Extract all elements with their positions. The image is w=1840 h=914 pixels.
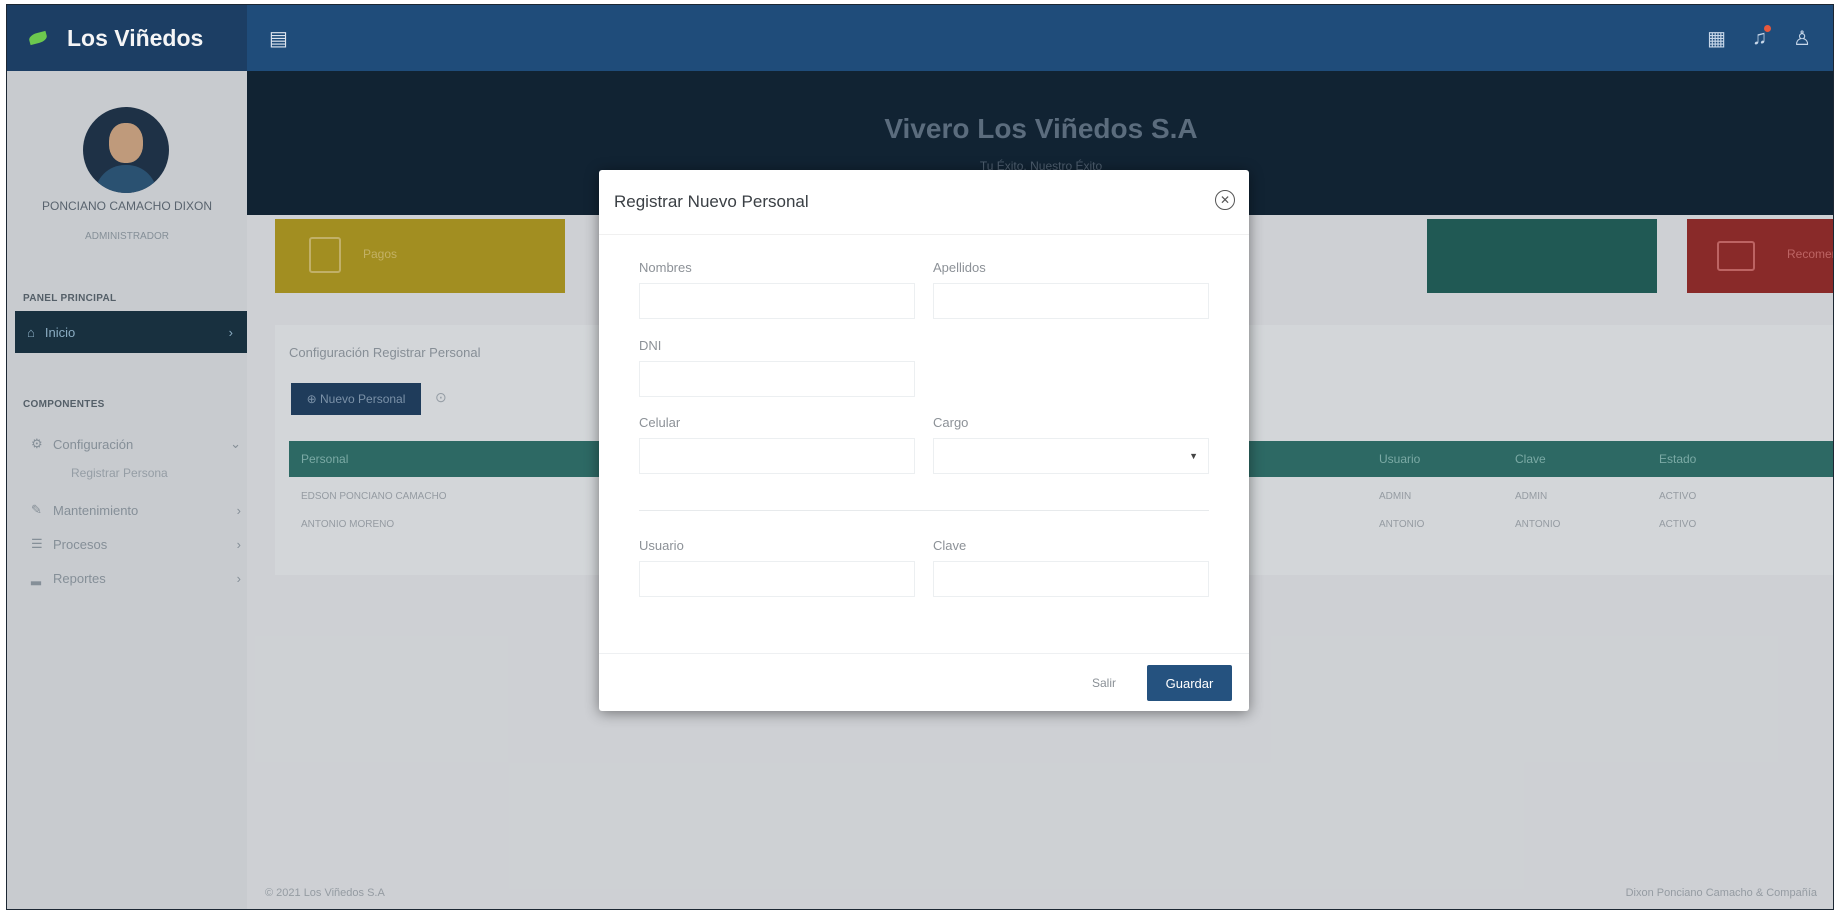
salir-button[interactable]: Salir [1081, 665, 1127, 701]
nombres-label: Nombres [639, 260, 692, 275]
usuario-input[interactable] [639, 561, 915, 597]
dni-input[interactable] [639, 361, 915, 397]
guardar-button[interactable]: Guardar [1147, 665, 1232, 701]
close-icon[interactable]: ✕ [1215, 190, 1235, 210]
nombres-input[interactable] [639, 283, 915, 319]
registrar-personal-modal: Registrar Nuevo Personal ✕ Nombres Apell… [599, 170, 1249, 711]
celular-input[interactable] [639, 438, 915, 474]
app-window: Los Viñedos ▤ ▦ ♫ ♙ PONCIANO CAMACHO DIX… [6, 4, 1834, 910]
usuario-label: Usuario [639, 538, 684, 553]
modal-title: Registrar Nuevo Personal [614, 192, 809, 211]
cargo-label: Cargo [933, 415, 969, 430]
divider [599, 653, 1249, 654]
divider [599, 234, 1249, 235]
clave-label: Clave [933, 538, 967, 553]
caret-down-icon: ▼ [1189, 451, 1198, 461]
dni-label: DNI [639, 338, 662, 353]
apellidos-input[interactable] [933, 283, 1209, 319]
celular-label: Celular [639, 415, 681, 430]
divider [639, 510, 1209, 511]
clave-input[interactable] [933, 561, 1209, 597]
cargo-select[interactable]: ▼ [933, 438, 1209, 474]
apellidos-label: Apellidos [933, 260, 986, 275]
